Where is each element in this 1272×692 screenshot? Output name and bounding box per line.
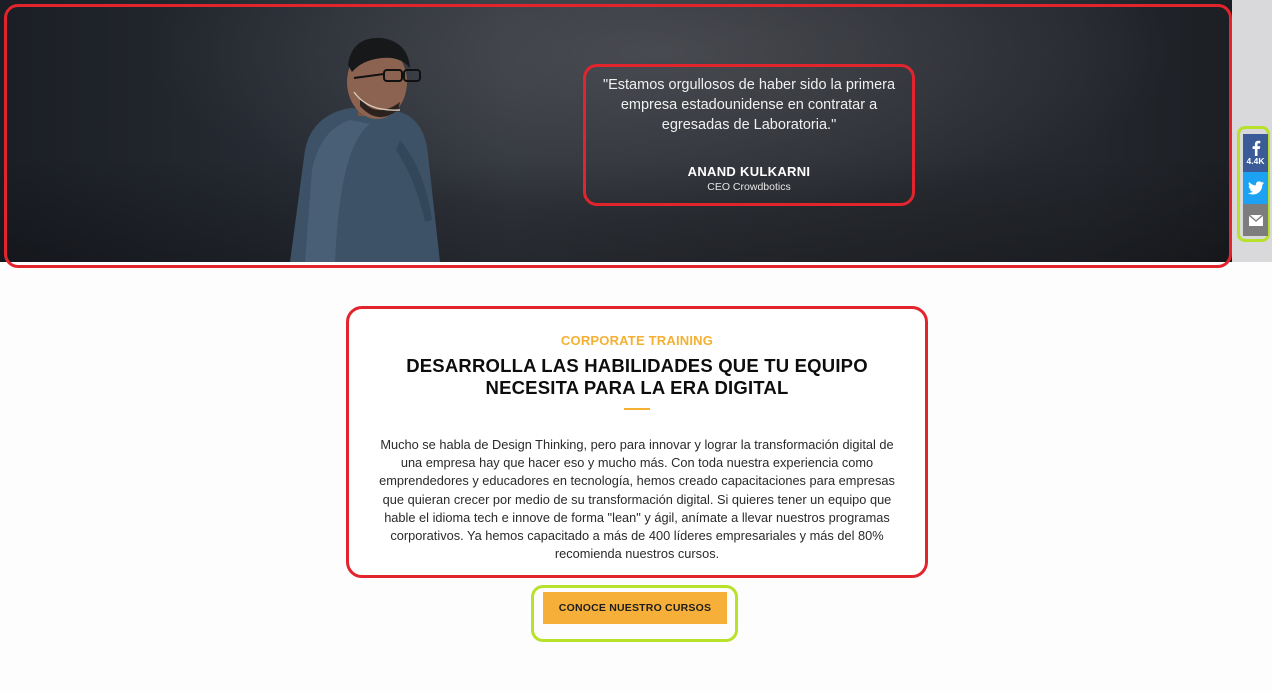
facebook-share-count: 4.4K	[1246, 156, 1265, 166]
section-body: Mucho se habla de Design Thinking, pero …	[379, 437, 895, 562]
corporate-training-section: CORPORATE TRAINING DESARROLLA LAS HABILI…	[346, 306, 928, 578]
testimonial-role: CEO Crowdbotics	[707, 181, 791, 193]
testimonial: "Estamos orgullosos de haber sido la pri…	[583, 64, 915, 206]
testimonial-author: ANAND KULKARNI	[687, 164, 811, 179]
email-share-button[interactable]	[1243, 204, 1268, 236]
email-icon	[1248, 214, 1263, 226]
section-eyebrow: CORPORATE TRAINING	[560, 333, 714, 348]
courses-cta-button[interactable]: CONOCE NUESTRO CURSOS	[543, 592, 727, 624]
testimonial-quote: "Estamos orgullosos de haber sido la pri…	[602, 77, 896, 133]
heading-divider	[624, 408, 650, 410]
facebook-share-button[interactable]: 4.4K	[1243, 134, 1268, 172]
page: "Estamos orgullosos de haber sido la pri…	[0, 0, 1272, 692]
twitter-icon	[1247, 181, 1264, 195]
section-heading: DESARROLLA LAS HABILIDADES QUE TU EQUIPO…	[406, 355, 868, 398]
twitter-share-button[interactable]	[1243, 172, 1268, 204]
facebook-icon	[1252, 140, 1260, 156]
